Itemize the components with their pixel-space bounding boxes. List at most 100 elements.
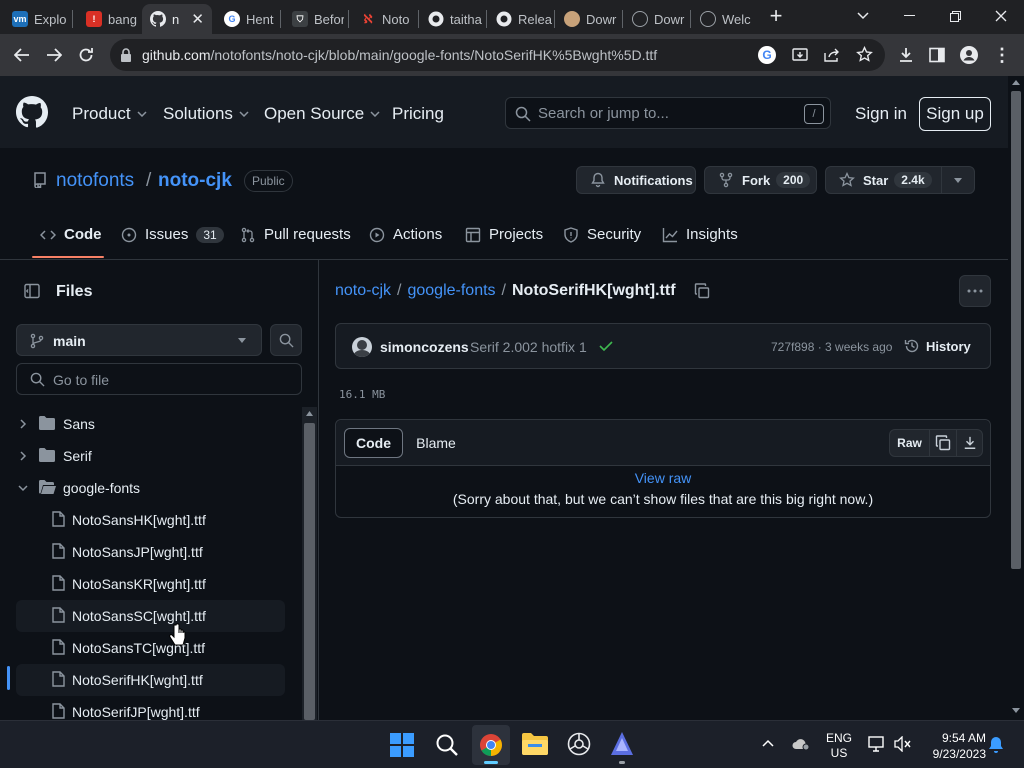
back-icon[interactable] bbox=[6, 39, 38, 71]
minimize-icon[interactable] bbox=[886, 0, 932, 32]
browser-tab[interactable]: G Hent bbox=[216, 4, 276, 34]
tab-code[interactable]: Code bbox=[40, 226, 102, 243]
scroll-up-icon[interactable] bbox=[1012, 80, 1020, 85]
repo-name-link[interactable]: noto-cjk bbox=[158, 170, 232, 192]
star-dropdown-icon[interactable] bbox=[953, 178, 963, 184]
clock[interactable]: 9:54 AM 9/23/2023 bbox=[920, 730, 986, 762]
network-icon[interactable] bbox=[868, 736, 886, 752]
branch-select[interactable]: main bbox=[16, 324, 262, 356]
browser-tab[interactable]: ! bang bbox=[78, 4, 138, 34]
browser-tab[interactable]: Relea bbox=[488, 4, 552, 34]
sign-in-link[interactable]: Sign in bbox=[855, 104, 907, 124]
browser-tab[interactable]: ℵ Noto bbox=[352, 4, 414, 34]
onedrive-icon[interactable] bbox=[792, 737, 810, 751]
tab-projects[interactable]: Projects bbox=[465, 226, 543, 243]
commit-author-link[interactable]: simoncozens bbox=[380, 339, 469, 355]
history-button[interactable]: History bbox=[904, 338, 971, 354]
windows-start-icon[interactable] bbox=[390, 733, 414, 757]
tree-item-file-hovered[interactable]: NotoSansSC[wght].ttf bbox=[16, 600, 285, 632]
nav-solutions[interactable]: Solutions bbox=[163, 104, 249, 124]
language-indicator[interactable]: ENG US bbox=[826, 731, 852, 761]
file-explorer-icon[interactable] bbox=[522, 733, 548, 755]
new-tab-icon[interactable]: + bbox=[754, 0, 798, 32]
tab-issues[interactable]: Issues 31 bbox=[121, 226, 224, 243]
tree-item-file-selected[interactable]: NotoSerifHK[wght].ttf bbox=[16, 664, 285, 696]
scrollbar-thumb[interactable] bbox=[304, 423, 315, 720]
tab-search-icon[interactable] bbox=[840, 0, 886, 32]
app-circle-icon[interactable] bbox=[567, 732, 591, 756]
star-button[interactable]: Star 2.4k bbox=[825, 166, 975, 194]
breadcrumb-dir-link[interactable]: google-fonts bbox=[407, 282, 495, 300]
volume-muted-icon[interactable] bbox=[894, 736, 912, 752]
bookmark-star-icon[interactable] bbox=[856, 46, 873, 63]
tree-item-folder[interactable]: Sans bbox=[0, 408, 300, 440]
close-tab-icon[interactable]: ✕ bbox=[191, 10, 204, 28]
browser-tab-active[interactable]: n ✕ bbox=[142, 4, 212, 34]
copy-path-icon[interactable] bbox=[694, 283, 710, 299]
sign-up-button[interactable]: Sign up bbox=[919, 97, 991, 131]
lock-icon[interactable] bbox=[120, 48, 132, 62]
tab-actions[interactable]: Actions bbox=[369, 226, 442, 243]
share-icon[interactable] bbox=[824, 47, 840, 63]
view-raw-link[interactable]: View raw bbox=[336, 470, 990, 486]
close-window-icon[interactable] bbox=[978, 0, 1024, 32]
browser-tab[interactable]: Dowr bbox=[556, 4, 620, 34]
side-panel-icon[interactable] bbox=[921, 39, 953, 71]
github-logo-icon[interactable] bbox=[16, 96, 48, 128]
go-to-file-input[interactable]: Go to file bbox=[16, 363, 302, 395]
tree-item-folder-open[interactable]: google-fonts bbox=[0, 472, 300, 504]
profile-icon[interactable] bbox=[953, 39, 985, 71]
google-lens-icon[interactable]: G bbox=[758, 46, 776, 64]
app-triangle-icon[interactable] bbox=[610, 731, 634, 764]
avatar[interactable] bbox=[352, 337, 372, 357]
browser-tab[interactable]: Welc bbox=[692, 4, 754, 34]
commit-message-link[interactable]: Serif 2.002 hotfix 1 bbox=[470, 339, 587, 355]
reload-icon[interactable] bbox=[70, 39, 102, 71]
browser-tab[interactable]: vm Explo bbox=[4, 4, 70, 34]
search-icon[interactable] bbox=[435, 733, 459, 757]
page-scrollbar[interactable] bbox=[1008, 76, 1024, 720]
scroll-down-icon[interactable] bbox=[1012, 708, 1020, 713]
tree-item-file[interactable]: NotoSansJP[wght].ttf bbox=[0, 536, 300, 568]
forward-icon[interactable] bbox=[38, 39, 70, 71]
breadcrumb-repo-link[interactable]: noto-cjk bbox=[335, 282, 391, 300]
search-input[interactable]: Search or jump to... / bbox=[505, 97, 831, 129]
address-bar[interactable]: github.com/notofonts/noto-cjk/blob/main/… bbox=[110, 39, 885, 71]
nav-open-source[interactable]: Open Source bbox=[264, 104, 380, 124]
restore-icon[interactable] bbox=[932, 0, 978, 32]
more-options-button[interactable] bbox=[959, 275, 991, 307]
show-hidden-icons-icon[interactable] bbox=[762, 739, 774, 747]
repo-owner-link[interactable]: notofonts bbox=[56, 170, 134, 192]
notification-bell-icon[interactable] bbox=[988, 736, 1004, 754]
download-icon[interactable] bbox=[957, 430, 983, 456]
tab-pull-requests[interactable]: Pull requests bbox=[240, 226, 351, 243]
blame-view-toggle[interactable]: Blame bbox=[406, 428, 466, 458]
tree-item-folder[interactable]: Serif bbox=[0, 440, 300, 472]
nav-product[interactable]: Product bbox=[72, 104, 147, 124]
tab-security[interactable]: Security bbox=[563, 226, 641, 243]
check-icon[interactable] bbox=[599, 340, 613, 352]
browser-tab[interactable]: taitha bbox=[420, 4, 484, 34]
fork-button[interactable]: Fork 200 bbox=[704, 166, 817, 194]
sidebar-scrollbar[interactable] bbox=[302, 407, 317, 720]
chrome-taskbar-button[interactable] bbox=[472, 725, 510, 765]
notifications-button[interactable]: Notifications bbox=[576, 166, 696, 194]
code-view-toggle[interactable]: Code bbox=[344, 428, 403, 458]
tree-item-file[interactable]: NotoSansHK[wght].ttf bbox=[0, 504, 300, 536]
install-app-icon[interactable] bbox=[792, 47, 808, 63]
scrollbar-thumb[interactable] bbox=[1011, 91, 1021, 569]
tree-item-file[interactable]: NotoSansKR[wght].ttf bbox=[0, 568, 300, 600]
browser-menu-icon[interactable]: ⋮ bbox=[986, 39, 1018, 71]
tree-item-file[interactable]: NotoSerifJP[wght].ttf bbox=[0, 696, 300, 720]
tab-insights[interactable]: Insights bbox=[662, 226, 738, 243]
scroll-up-icon[interactable] bbox=[306, 411, 313, 416]
browser-tab[interactable]: Dowr bbox=[624, 4, 688, 34]
nav-pricing[interactable]: Pricing bbox=[392, 104, 444, 124]
downloads-icon[interactable] bbox=[890, 39, 922, 71]
browser-tab[interactable]: ⛉ Befor bbox=[284, 4, 344, 34]
tree-item-file[interactable]: NotoSansTC[wght].ttf bbox=[0, 632, 300, 664]
copy-raw-icon[interactable] bbox=[930, 430, 957, 456]
search-files-button[interactable] bbox=[270, 324, 302, 356]
collapse-sidebar-icon[interactable] bbox=[16, 275, 48, 307]
raw-button[interactable]: Raw bbox=[890, 430, 930, 456]
